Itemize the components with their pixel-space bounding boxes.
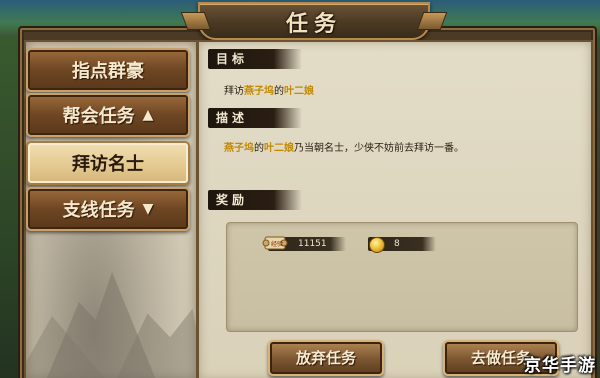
game-screen: 任务 指点群豪 帮会任务 ▲ 拜访名士 支线任务 ▼ 目标 拜访燕子坞的叶二娘 …: [0, 0, 600, 378]
goal-text: 拜访燕子坞的叶二娘: [224, 82, 314, 97]
nav-item-visit-celebrity[interactable]: 拜访名士: [26, 141, 190, 185]
nav-item-label: 支线任务: [62, 200, 135, 221]
window-title: 任务: [285, 11, 342, 37]
desc-rest: 乃当朝名士，少侠不妨前去拜访一番。: [294, 143, 464, 154]
nav-item-side-quest[interactable]: 支线任务 ▼: [26, 187, 190, 231]
expand-arrow-icon: ▼: [142, 201, 154, 217]
goal-place-link[interactable]: 燕子坞: [244, 86, 274, 97]
title-banner: 任务: [180, 2, 448, 40]
nav-item-label: 指点群豪: [72, 61, 144, 82]
collapse-arrow-icon: ▲: [142, 107, 154, 123]
nav-item-label: 拜访名士: [72, 154, 144, 175]
desc-place-link[interactable]: 燕子坞: [224, 143, 254, 154]
goal-mid: 的: [274, 86, 284, 97]
goal-npc-link[interactable]: 叶二娘: [284, 86, 314, 97]
desc-mid: 的: [254, 143, 264, 154]
goal-heading: 目标: [208, 49, 302, 69]
abandon-quest-button[interactable]: 放弃任务: [268, 340, 384, 376]
exp-label: 经验: [271, 240, 283, 248]
nav-item-label: 帮会任务: [62, 106, 135, 127]
description-text: 燕子坞的叶二娘乃当朝名士，少侠不妨前去拜访一番。: [224, 139, 464, 154]
nav-item-zhidian-qunhao[interactable]: 指点群豪: [26, 48, 190, 92]
desc-npc-link[interactable]: 叶二娘: [264, 143, 294, 154]
nav-item-guild-quest[interactable]: 帮会任务 ▲: [26, 93, 190, 137]
gold-value: 8: [394, 239, 400, 249]
description-heading: 描述: [208, 108, 302, 128]
site-watermark: 京华手游: [524, 356, 596, 376]
exp-scroll-icon: 经验: [262, 236, 288, 250]
gold-coin-icon: [369, 237, 385, 253]
banner-wing-left: [180, 12, 212, 30]
reward-heading: 奖励: [208, 190, 302, 210]
exp-value: 11151: [298, 239, 327, 249]
goal-prefix: 拜访: [224, 86, 244, 97]
